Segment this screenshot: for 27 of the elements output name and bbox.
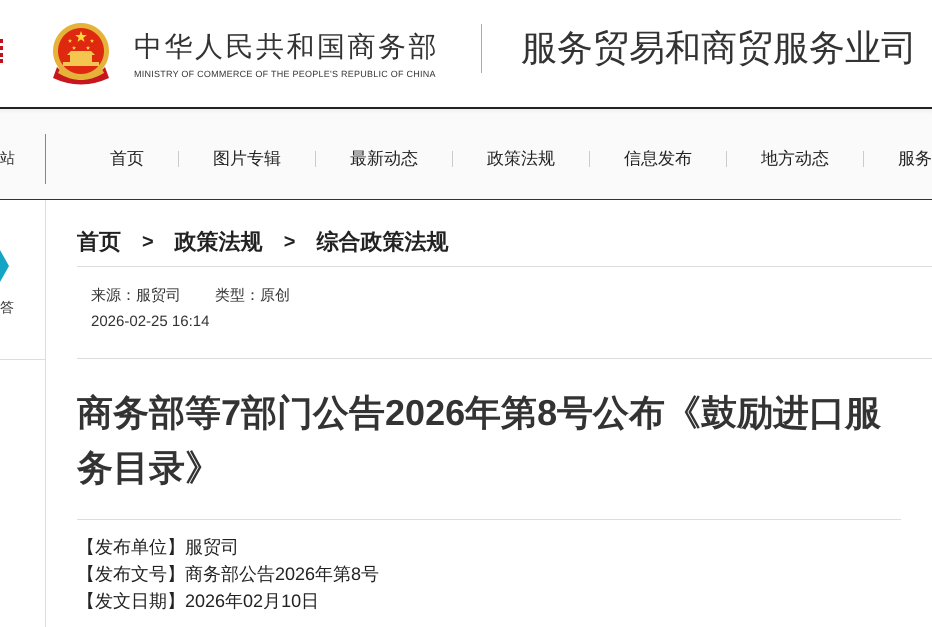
department-name: 服务贸易和商贸服务业司 bbox=[521, 26, 917, 70]
nav-link[interactable]: 服务 bbox=[898, 148, 932, 170]
info-line: 【发布单位】服贸司 bbox=[77, 536, 239, 559]
info-line: 【发布文号】商务部公告2026年第8号 bbox=[77, 563, 380, 586]
nav-link[interactable]: 信息发布 bbox=[624, 148, 692, 170]
info-line: 【发文日期】2026年02月10日 bbox=[77, 590, 320, 613]
breadcrumb-link[interactable]: 综合政策法规 bbox=[316, 227, 448, 257]
ministry-name: 中华人民共和国商务部 bbox=[134, 30, 439, 64]
publish-time: 2026-02-25 16:14 bbox=[91, 312, 210, 332]
nav-link[interactable]: 政策法规 bbox=[487, 148, 555, 170]
dash-mark-icon bbox=[0, 39, 3, 63]
breadcrumb-separator: > bbox=[284, 230, 296, 255]
ministry-english-name: MINISTRY OF COMMERCE OF THE PEOPLE'S REPUBLIC OF CHINA bbox=[134, 68, 436, 80]
nav-link[interactable]: 地方动态 bbox=[761, 148, 829, 170]
breadcrumb-link[interactable]: 政策法规 bbox=[174, 227, 263, 257]
article-title: 商务部等7部门公告2026年第8号公布《鼓励进口服务目录》 bbox=[77, 391, 882, 490]
breadcrumb-separator: > bbox=[142, 230, 154, 255]
type-label: 类型：原创 bbox=[215, 286, 290, 306]
sidebar-link[interactable]: 答 bbox=[0, 297, 14, 317]
side-link[interactable]: 站 bbox=[0, 149, 15, 169]
diamond-icon bbox=[0, 250, 9, 282]
nav-link[interactable]: 最新动态 bbox=[350, 148, 418, 170]
emblem-icon bbox=[52, 23, 110, 85]
nav-link[interactable]: 图片专辑 bbox=[213, 148, 281, 170]
nav-link[interactable]: 首页 bbox=[110, 148, 144, 170]
source-label: 来源：服贸司 bbox=[91, 286, 181, 306]
breadcrumb-link[interactable]: 首页 bbox=[77, 227, 121, 257]
